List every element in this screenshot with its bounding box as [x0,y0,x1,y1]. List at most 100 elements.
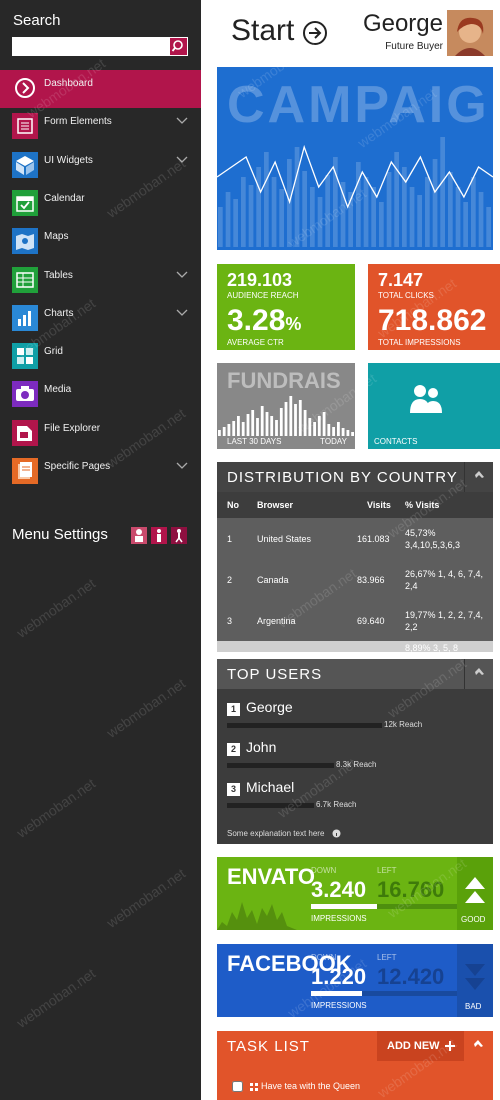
sidebar-item-label: Media [44,384,72,396]
sidebar-item-maps[interactable]: Maps [0,223,201,261]
user-name[interactable]: George [363,10,443,38]
envato-left-label: LEFT [377,866,397,875]
watermark: webmoban.net [103,865,189,931]
campaign-bar [302,171,307,247]
menu-setting-button-3[interactable] [171,527,187,544]
sidebar-item-label: Tables [44,269,73,281]
sidebar-item-specific-pages[interactable]: Specific Pages [0,453,201,491]
task-item[interactable]: Have tea with the Queen [217,1079,493,1097]
fundraising-bar [332,427,335,436]
sidebar-item-dashboard[interactable]: Dashboard [0,70,201,108]
plus-icon [445,1041,455,1051]
facebook-down: 1.220 [311,964,367,989]
table-row[interactable]: 3 Argentina 69.640 19,77% 1, 2, 2, 7,4, 2,2 [217,600,493,641]
fundraising-bar [237,416,240,436]
user-role: Future Buyer [385,41,443,52]
sidebar-item-media[interactable]: Media [0,376,201,414]
list-item[interactable]: 1 George 12k Reach [217,699,493,735]
add-new-task-button[interactable]: ADD NEW [377,1031,464,1061]
table-row[interactable]: 2 Canada 83.966 26,67% 1, 4, 6, 7,4, 2,4 [217,559,493,600]
search-input[interactable] [12,37,169,56]
cell-no: 3 [227,616,233,626]
total-clicks-tile[interactable]: 7.147 TOTAL CLICKS 718.862 TOTAL IMPRESS… [368,264,500,350]
start-arrow-button[interactable] [302,20,328,51]
campaign-bar [455,187,461,247]
cell-browser: United States [257,534,312,544]
cell-no: 2 [227,575,233,585]
info-icon[interactable] [332,829,341,838]
fundraising-chart [218,396,354,436]
sidebar-item-label: Maps [44,231,69,243]
fundraising-bar [256,418,259,436]
sidebar-item-form-elements[interactable]: Form Elements [0,108,201,146]
sidebar-item-label: Charts [44,307,74,319]
reach-bar [227,803,314,808]
search-title: Search [13,12,61,29]
sidebar-item-calendar[interactable]: Calendar [0,185,201,223]
distribution-panel: DISTRIBUTION BY COUNTRY No Browser Visit… [217,462,493,652]
reach-value: 6.7k Reach [316,800,357,809]
collapse-icon [474,1040,483,1047]
envato-status-label: GOOD [461,915,486,924]
table-row[interactable]: 8,89% 3, 5, 8 [217,641,493,652]
grid-icon [12,343,38,370]
sidebar-item-file-explorer[interactable]: File Explorer [0,415,201,453]
fundraising-tile[interactable]: FUNDRAIS LAST 30 DAYS TODAY [217,363,355,449]
task-list-title: TASK LIST [227,1038,310,1055]
impressions-label: TOTAL IMPRESSIONS [378,338,461,347]
sidebar-item-ui-widgets[interactable]: UI Widgets [0,147,201,185]
widgets-icon [12,151,38,178]
chevron-down-icon[interactable] [175,306,189,320]
campaign-bar [417,195,422,247]
top-users-title: TOP USERS [227,666,323,683]
distribution-toggle-button[interactable] [464,462,493,492]
campaign-bar [256,167,261,247]
table-row[interactable]: 1 United States 161.083 45,73% 3,4,10,5,3,6,… [217,518,493,559]
audience-reach-tile[interactable]: 219.103 AUDIENCE REACH 3.28% AVERAGE CTR [217,264,355,350]
watermark: webmoban.net [13,965,99,1031]
sidebar-item-label: File Explorer [44,422,101,434]
task-list-toggle-button[interactable] [464,1031,493,1061]
task-checkbox[interactable] [232,1081,243,1092]
chevron-down-icon[interactable] [175,268,189,282]
chevron-down-icon[interactable] [175,114,189,128]
list-item[interactable]: 2 John 8.3k Reach [217,739,493,775]
search-button[interactable] [169,37,188,56]
cell-pct-visits-2: 2,2 [405,622,418,632]
sidebar-item-charts[interactable]: Charts [0,300,201,338]
facebook-tile[interactable]: FACEBOOK DOWN LEFT 1.220 12.420 IMPRESSI… [217,944,493,1017]
pages-icon [12,458,38,484]
fundraising-bar [251,410,255,436]
distribution-title: DISTRIBUTION BY COUNTRY [227,469,458,486]
campaign-bar [294,147,300,247]
menu-setting-button-2[interactable] [151,527,167,544]
contacts-tile[interactable]: CONTACTS [368,363,500,449]
campaign-bar [333,157,338,247]
fundraising-bar [322,412,326,436]
fundraising-right-label: TODAY [320,437,347,446]
watermark: webmoban.net [103,675,189,741]
envato-tile[interactable]: ENVATO DOWN LEFT 3.240 16.760 IMPRESSION… [217,857,493,930]
list-item[interactable]: 3 Michael 6.7k Reach [217,779,493,815]
campaign-bar [279,189,284,247]
top-users-header: TOP USERS [217,659,493,689]
top-users-toggle-button[interactable] [464,659,493,689]
sidebar-item-grid[interactable]: Grid [0,338,201,376]
campaign-bar [248,185,254,247]
fundraising-left-label: LAST 30 DAYS [227,437,282,446]
menu-setting-button-1[interactable] [131,527,147,544]
fundraising-bar [317,416,321,436]
chevron-down-icon[interactable] [175,153,189,167]
watermark: webmoban.net [13,775,99,841]
campaign-bar [409,187,415,247]
grid-icon [250,1083,258,1091]
avatar[interactable] [447,10,493,56]
cell-pct-visits: 19,77% 1, 2, 2, 7,4, [405,610,484,620]
campaign-tile[interactable]: CAMPAIG [217,67,493,250]
campaign-bar [471,177,476,247]
sidebar-item-tables[interactable]: Tables [0,262,201,300]
contacts-label: CONTACTS [374,437,418,446]
dashboard-icon [15,78,35,98]
campaign-bar [356,162,361,247]
chevron-down-icon[interactable] [175,459,189,473]
